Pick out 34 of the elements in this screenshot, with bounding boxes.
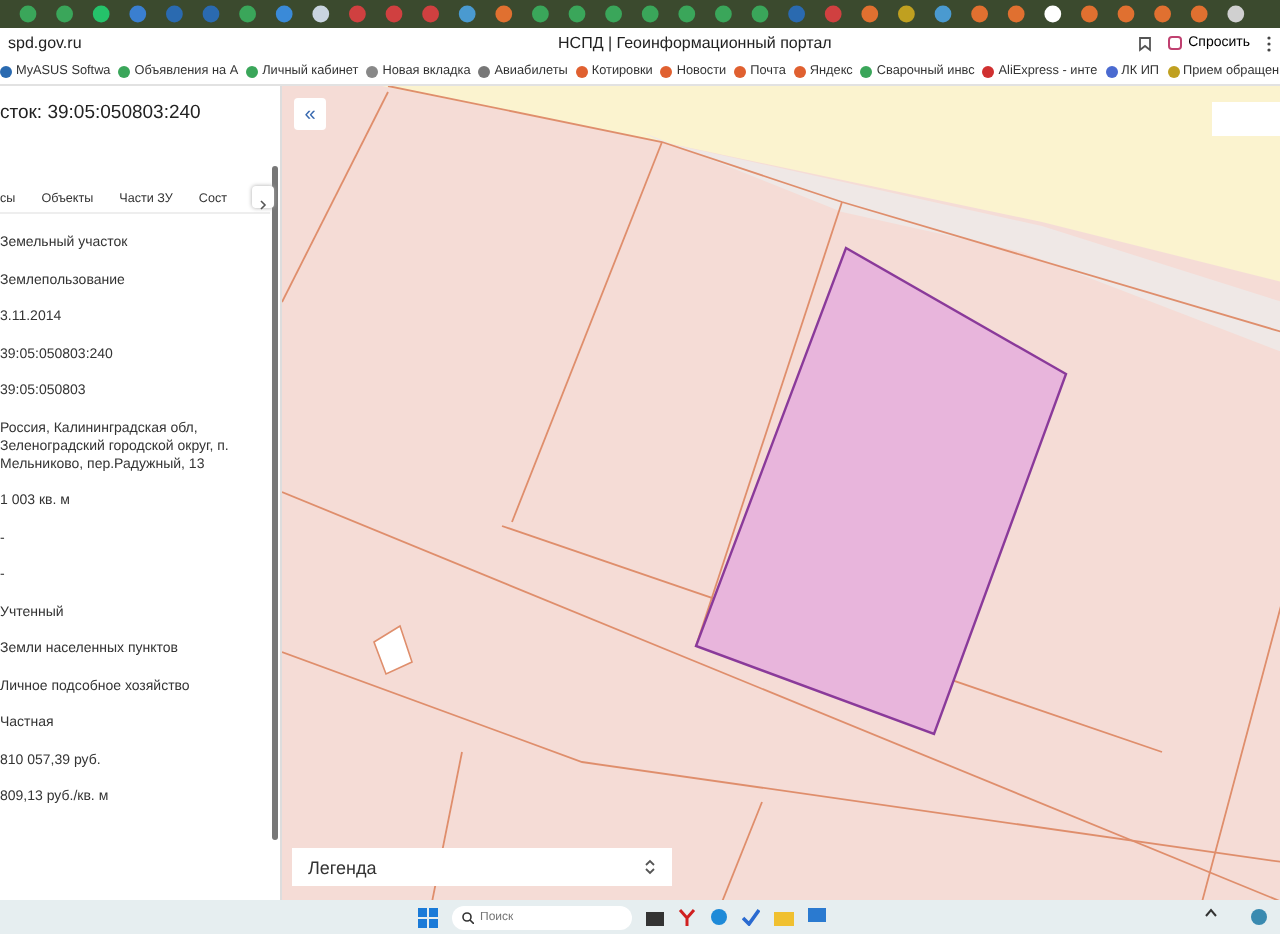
parcel-title: сток: 39:05:050803:240 [0, 102, 203, 124]
page-title: НСПД | Геоинформационный портал [556, 34, 834, 52]
site-icon [734, 65, 747, 77]
chevron-right-icon [258, 200, 268, 210]
browser-y-icon[interactable] [678, 908, 696, 926]
site-icon [1105, 65, 1118, 77]
site-icon [0, 65, 12, 77]
file-manager-icon[interactable] [646, 908, 664, 926]
monitor-app-icon[interactable] [808, 908, 826, 926]
bookmark-icon[interactable] [1138, 35, 1153, 51]
site-icon [860, 65, 873, 77]
site-icon [793, 65, 806, 77]
chat-icon [1168, 36, 1183, 50]
site-icon [982, 65, 995, 77]
site-icon [478, 65, 491, 77]
url-text[interactable]: spd.gov.ru [8, 34, 299, 52]
site-icon [1167, 65, 1180, 77]
legend-dropdown[interactable]: Легенда [292, 848, 672, 886]
site-icon [246, 65, 259, 77]
site-icon [660, 65, 673, 77]
checkmark-app-icon[interactable] [742, 908, 760, 926]
chevron-up-icon[interactable] [1204, 908, 1218, 918]
site-icon [118, 65, 131, 77]
updown-caret-icon [644, 858, 656, 876]
scroll-right-button[interactable] [252, 186, 274, 208]
scrollbar-thumb[interactable] [272, 166, 278, 840]
edge-browser-icon[interactable] [710, 908, 728, 926]
site-icon [575, 65, 588, 77]
site-icon [366, 65, 379, 77]
menu-icon[interactable] [1266, 35, 1272, 51]
windows-start-icon[interactable] [418, 907, 438, 927]
tray-app-icon[interactable] [1250, 908, 1268, 926]
selected-parcel[interactable] [694, 246, 1068, 736]
collapse-button[interactable]: « [294, 98, 326, 130]
